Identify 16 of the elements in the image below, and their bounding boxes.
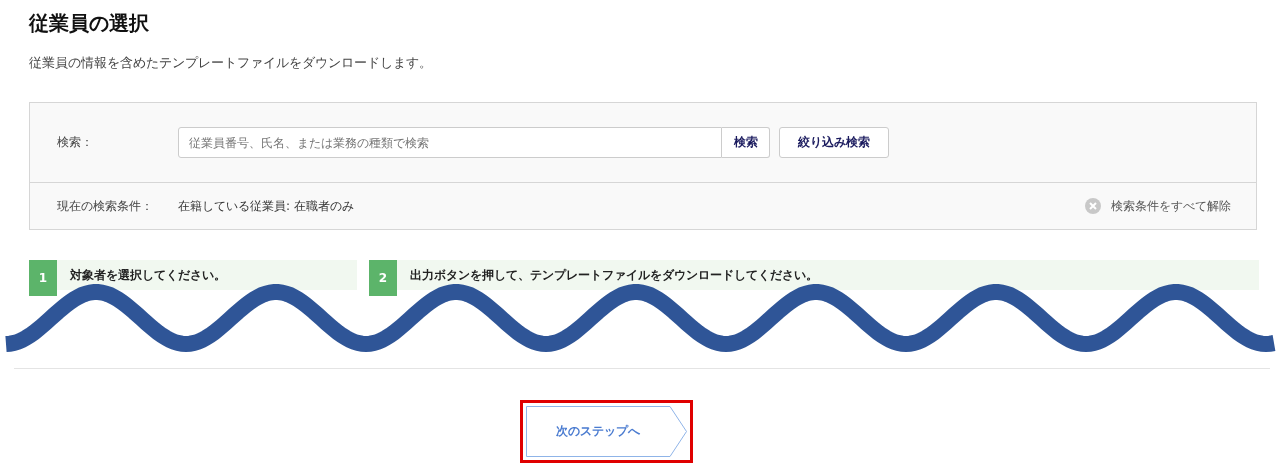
filter-search-button[interactable]: 絞り込み検索 [779, 127, 889, 158]
search-field[interactable]: 従業員番号、氏名、または業務の種類で検索 [178, 127, 722, 158]
clear-conditions-link[interactable]: 検索条件をすべて解除 [1085, 197, 1231, 215]
search-button[interactable]: 検索 [722, 127, 770, 158]
page-title: 従業員の選択 [29, 10, 150, 37]
description-text: 従業員の情報を含めたテンプレートファイルをダウンロードします。 [29, 54, 433, 72]
search-input[interactable]: 従業員番号、氏名、または業務の種類で検索 [179, 135, 721, 150]
step-number-badge: 2 [369, 260, 397, 296]
conditions-value: 在籍している従業員: 在職者のみ [178, 197, 354, 215]
step-instruction: 出力ボタンを押して、テンプレートファイルをダウンロードしてください。 [410, 266, 818, 284]
conditions-label: 現在の検索条件： [57, 197, 154, 215]
step-number-badge: 1 [29, 260, 57, 296]
step-instruction: 対象者を選択してください。 [70, 266, 226, 284]
next-step-button[interactable]: 次のステップへ [525, 406, 687, 457]
clear-icon [1085, 198, 1101, 214]
search-label: 検索： [57, 134, 94, 151]
